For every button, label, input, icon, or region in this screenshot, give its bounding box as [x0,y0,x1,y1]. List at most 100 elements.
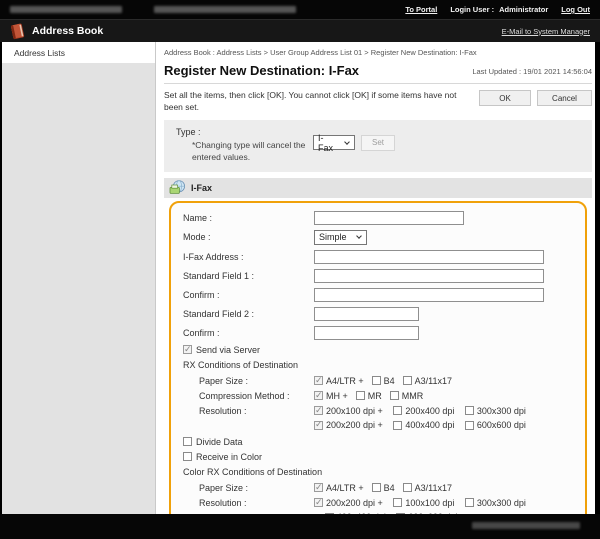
color-rx-res-200x200-option: 200x200 dpi + [314,498,383,508]
page-footer [0,514,600,539]
receive-in-color-option: Receive in Color [183,452,262,462]
confirm-1-input[interactable] [314,288,544,302]
rx-resolution-row: Resolution : 200x100 dpi + 200x400 dpi [183,406,575,432]
title-row: Register New Destination: I-Fax Last Upd… [164,63,592,84]
set-button[interactable]: Set [361,135,395,151]
rx-res-400x400-checkbox[interactable] [393,421,402,430]
standard-field-1-label: Standard Field 1 : [183,271,314,281]
rx-paper-a3-checkbox[interactable] [403,376,412,385]
app-title: Address Book [32,25,103,37]
rx-compression-mr-checkbox[interactable] [356,391,365,400]
send-via-server-checkbox [183,345,192,354]
mode-row: Mode : Simple [183,230,575,245]
color-rx-res-300x300-label: 300x300 dpi [477,498,526,508]
color-rx-paper-a3-checkbox[interactable] [403,483,412,492]
name-input[interactable] [314,211,464,225]
ok-button[interactable]: OK [479,90,531,106]
rx-paper-b4-label: B4 [384,376,395,386]
color-rx-res-200x200-checkbox [314,498,323,507]
instruction-text: Set all the items, then click [OK]. You … [164,90,469,114]
divide-data-row: Divide Data [183,437,575,447]
rx-res-200x100-label: 200x100 dpi + [326,406,383,416]
type-controls: I-Fax Set [313,135,395,151]
rx-paper-b4-checkbox[interactable] [372,376,381,385]
page-body: Address Lists Address Book : Address Lis… [2,42,595,514]
rx-res-200x100-option: 200x100 dpi + [314,406,383,416]
chevron-down-icon [356,233,362,239]
confirm-2-label: Confirm : [183,328,314,338]
standard-field-1-row: Standard Field 1 : [183,269,575,283]
rx-conditions-title: RX Conditions of Destination [183,360,575,370]
receive-in-color-label: Receive in Color [196,452,262,462]
ifax-address-row: I-Fax Address : [183,250,575,264]
name-label: Name : [183,213,314,223]
rx-res-300x300-checkbox[interactable] [465,406,474,415]
rx-res-200x400-label: 200x400 dpi [405,406,454,416]
receive-in-color-checkbox[interactable] [183,452,192,461]
standard-field-2-row: Standard Field 2 : [183,307,575,321]
divide-data-checkbox[interactable] [183,437,192,446]
cancel-button[interactable]: Cancel [537,90,592,106]
standard-field-1-input[interactable] [314,269,544,283]
page-title: Register New Destination: I-Fax [164,63,359,78]
rx-compression-mh-checkbox [314,391,323,400]
rx-paper-size-row: Paper Size : A4/LTR + B4 A3/11x17 [183,376,575,386]
address-book-icon [10,23,25,40]
ifax-address-label: I-Fax Address : [183,252,314,262]
color-rx-res-100x100-label: 100x100 dpi [405,498,454,508]
ifax-icon [169,180,186,195]
rx-compression-mr-label: MR [368,391,382,401]
color-rx-paper-b4-option: B4 [372,483,395,493]
color-rx-res-100x100-checkbox[interactable] [393,498,402,507]
copyright-redacted [472,522,580,529]
action-buttons: OK Cancel [479,90,592,114]
color-rx-res-300x300-checkbox[interactable] [465,498,474,507]
confirm-1-row: Confirm : [183,288,575,302]
color-rx-paper-size-row: Paper Size : A4/LTR + B4 A3/11x17 [183,483,575,493]
login-user: Login User : Administrator [450,5,548,14]
send-via-server-option: Send via Server [183,345,260,355]
rx-compression-row: Compression Method : MH + MR MMR [183,391,575,401]
rx-res-300x300-option: 300x300 dpi [465,406,526,416]
rx-res-200x200-label: 200x200 dpi + [326,420,383,430]
rx-compression-mh-option: MH + [314,391,348,401]
sidebar: Address Lists [2,42,156,514]
type-note: *Changing type will cancel the entered v… [192,140,324,164]
browser-page: To Portal Login User : Administrator Log… [0,0,600,539]
color-rx-conditions-title: Color RX Conditions of Destination [183,467,575,477]
email-system-manager-link[interactable]: E-Mail to System Manager [502,27,590,36]
instruction-row: Set all the items, then click [OK]. You … [164,90,592,114]
rx-compression-mmr-label: MMR [402,391,424,401]
rx-res-600x600-option: 600x600 dpi [465,420,526,430]
rx-res-200x400-option: 200x400 dpi [393,406,454,416]
last-updated: Last Updated : 19/01 2021 14:56:04 [472,67,592,78]
ifax-address-input[interactable] [314,250,544,264]
send-via-server-label: Send via Server [196,345,260,355]
mode-select[interactable]: Simple [314,230,367,245]
rx-resolution-label: Resolution : [199,406,314,416]
rx-paper-a3-option: A3/11x17 [403,376,452,386]
rx-paper-size-label: Paper Size : [199,376,314,386]
sidebar-item-address-lists[interactable]: Address Lists [2,42,155,63]
chevron-down-icon [344,139,350,145]
confirm-1-label: Confirm : [183,290,314,300]
mode-select-value: Simple [319,232,347,242]
rx-paper-a4ltr-option: A4/LTR + [314,376,364,386]
breadcrumb[interactable]: Address Book : Address Lists > User Grou… [164,48,592,57]
login-user-label: Login User : [450,5,494,14]
rx-paper-a4ltr-checkbox [314,376,323,385]
rx-res-400x400-label: 400x400 dpi [405,420,454,430]
type-select[interactable]: I-Fax [313,135,355,150]
rx-res-200x400-checkbox[interactable] [393,406,402,415]
rx-compression-mmr-checkbox[interactable] [390,391,399,400]
rx-res-600x600-checkbox[interactable] [465,421,474,430]
standard-field-2-input[interactable] [314,307,419,321]
color-rx-paper-a4ltr-option: A4/LTR + [314,483,364,493]
color-rx-paper-a3-label: A3/11x17 [415,483,452,493]
rx-paper-a4ltr-label: A4/LTR + [326,376,364,386]
confirm-2-input[interactable] [314,326,419,340]
color-rx-paper-b4-checkbox[interactable] [372,483,381,492]
to-portal-link[interactable]: To Portal [405,5,437,14]
device-model-redacted [10,6,122,13]
log-out-link[interactable]: Log Out [561,5,590,14]
